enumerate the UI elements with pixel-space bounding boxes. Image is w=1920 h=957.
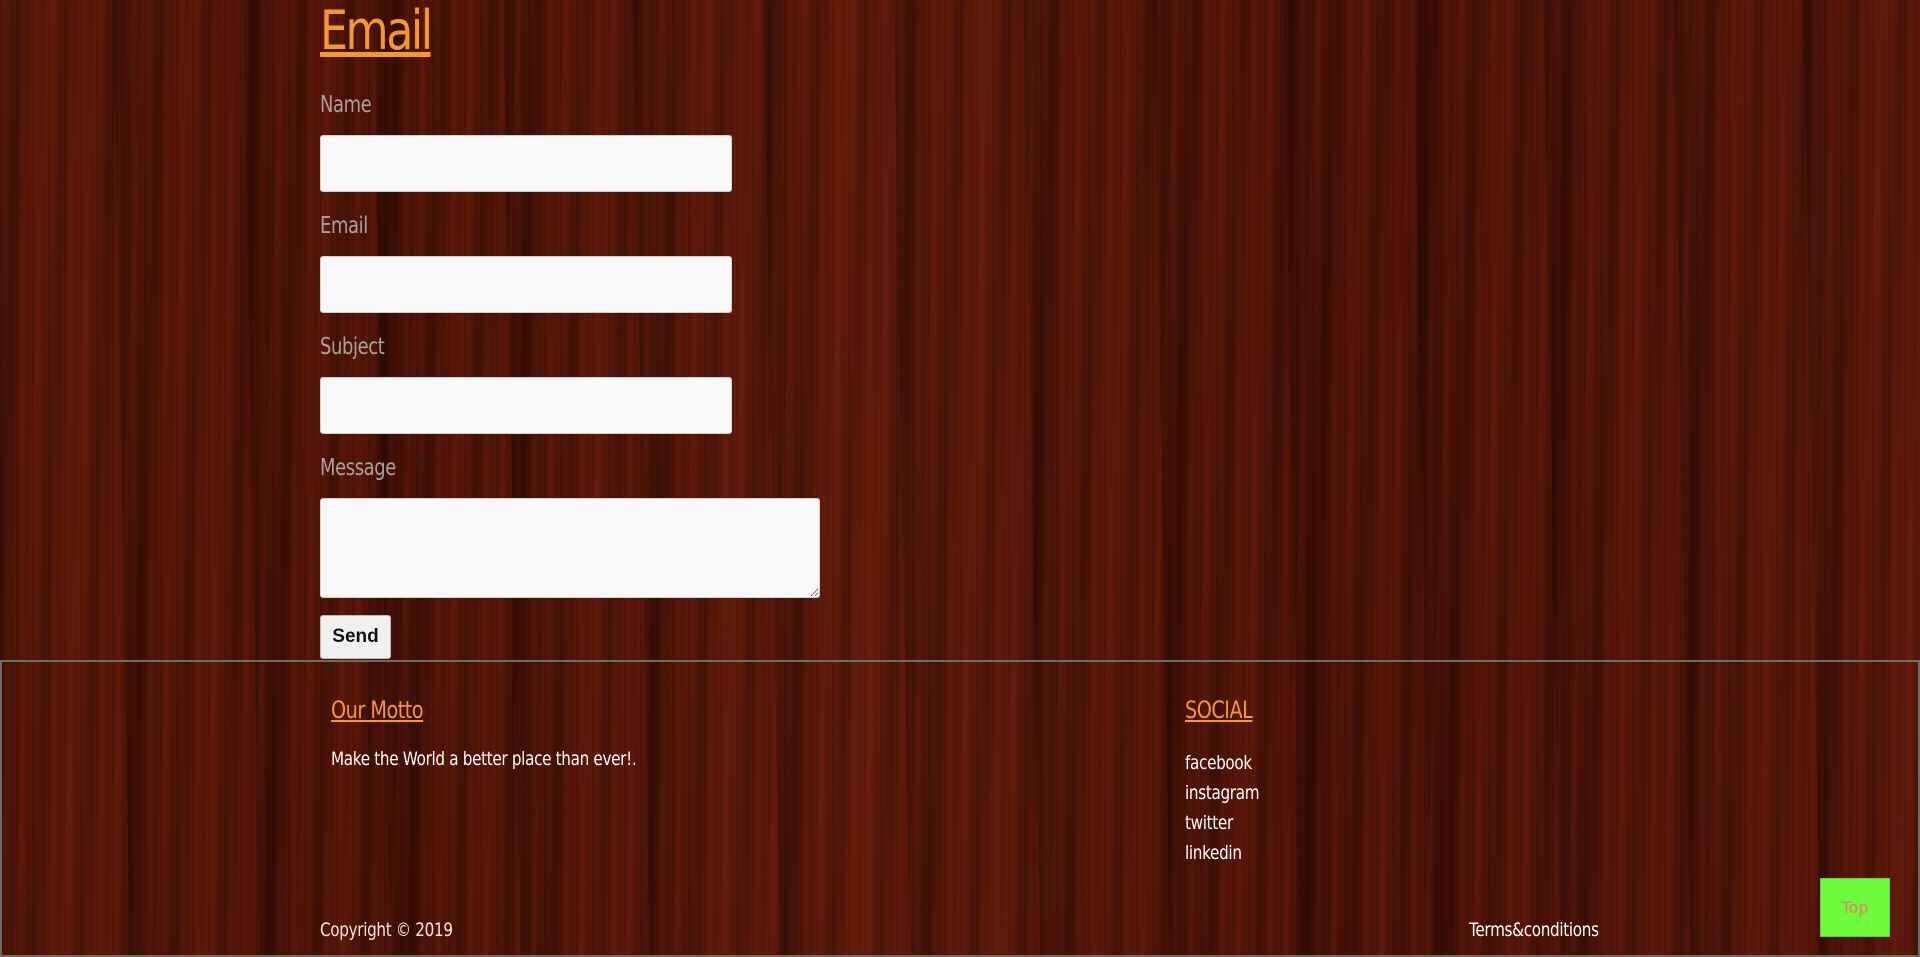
linkedin-link[interactable]: linkedin <box>1185 838 1259 868</box>
copyright-text: Copyright © 2019 <box>320 919 453 941</box>
terms-link[interactable]: Terms&conditions <box>1469 919 1599 941</box>
message-label: Message <box>320 455 396 481</box>
motto-title: Our Motto <box>331 696 424 724</box>
instagram-link[interactable]: instagram <box>1185 778 1260 808</box>
social-links-list: facebook instagram twitter linkedin <box>1185 748 1278 868</box>
send-button[interactable]: Send <box>320 615 391 659</box>
back-to-top-button[interactable]: Top <box>1820 878 1890 937</box>
subject-label: Subject <box>320 334 385 360</box>
twitter-link[interactable]: twitter <box>1185 808 1259 838</box>
subject-input[interactable] <box>320 377 732 434</box>
email-section-title: Email <box>320 0 433 62</box>
motto-text: Make the World a better place than ever!… <box>331 748 637 770</box>
facebook-link[interactable]: facebook <box>1185 748 1259 778</box>
name-label: Name <box>320 92 372 118</box>
email-label: Email <box>320 213 368 239</box>
message-textarea[interactable] <box>320 498 820 598</box>
email-input[interactable] <box>320 256 732 313</box>
social-title: SOCIAL <box>1185 696 1253 724</box>
name-input[interactable] <box>320 135 732 192</box>
footer: Our Motto Make the World a better place … <box>0 660 1920 957</box>
